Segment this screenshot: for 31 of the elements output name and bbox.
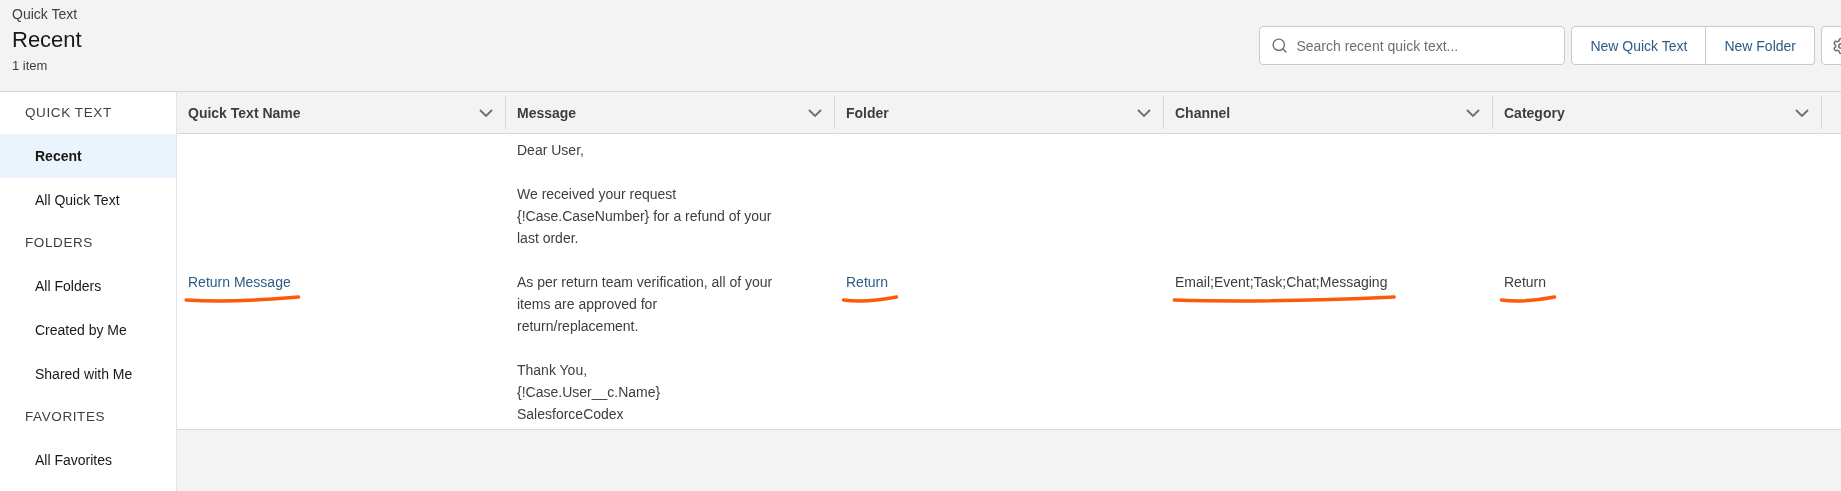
action-button[interactable]: New Quick Text: [1571, 26, 1707, 65]
record-link[interactable]: Return Message: [188, 270, 291, 293]
search-field[interactable]: Search recent quick text...: [1259, 26, 1566, 65]
sidebar-item[interactable]: Recent: [0, 134, 176, 178]
chevron-icon: [1466, 108, 1480, 117]
chevron-icon: [1795, 108, 1809, 117]
table-cell: Return: [1504, 270, 1547, 293]
column-header[interactable]: Quick Text Name: [177, 96, 506, 129]
item-count: 1 item: [12, 57, 49, 75]
column-header[interactable]: Message: [506, 96, 835, 129]
column-header[interactable]: Category: [1493, 96, 1822, 129]
table-cell: Email;Event;Task;Chat;Messaging: [1175, 270, 1388, 293]
section-heading: FOLDERS: [24, 234, 94, 252]
sidebar-item[interactable]: All Folders: [0, 264, 176, 308]
column-header[interactable]: Folder: [835, 96, 1164, 129]
section-heading: FAVORITES: [24, 408, 107, 426]
breadcrumb: Quick Text: [12, 5, 79, 24]
column-header[interactable]: Channel: [1164, 96, 1493, 129]
table-cell-text: Dear User, We received your request {!Case.CaseNumber} for a refund of your last order. As per return team verification, all of your items are approved for return/replacement. Thank You, {!Case.User__c.Name} SalesforceCodex: [517, 140, 773, 424]
sidebar-item[interactable]: All Favorites: [0, 438, 176, 482]
section-heading: QUICK TEXT: [24, 104, 113, 122]
sidebar-item[interactable]: All Quick Text: [0, 178, 176, 222]
chevron-icon: [1137, 108, 1151, 117]
sidebar-item[interactable]: Shared with Me: [0, 352, 176, 396]
sidebar-item[interactable]: Created by Me: [0, 308, 176, 352]
record-link[interactable]: Return: [846, 270, 889, 293]
page-title: Recent: [12, 26, 82, 54]
search-icon: [1271, 37, 1289, 54]
action-button[interactable]: New Folder: [1706, 26, 1815, 65]
chevron-icon: [808, 108, 822, 117]
chevron-icon: [479, 108, 493, 117]
